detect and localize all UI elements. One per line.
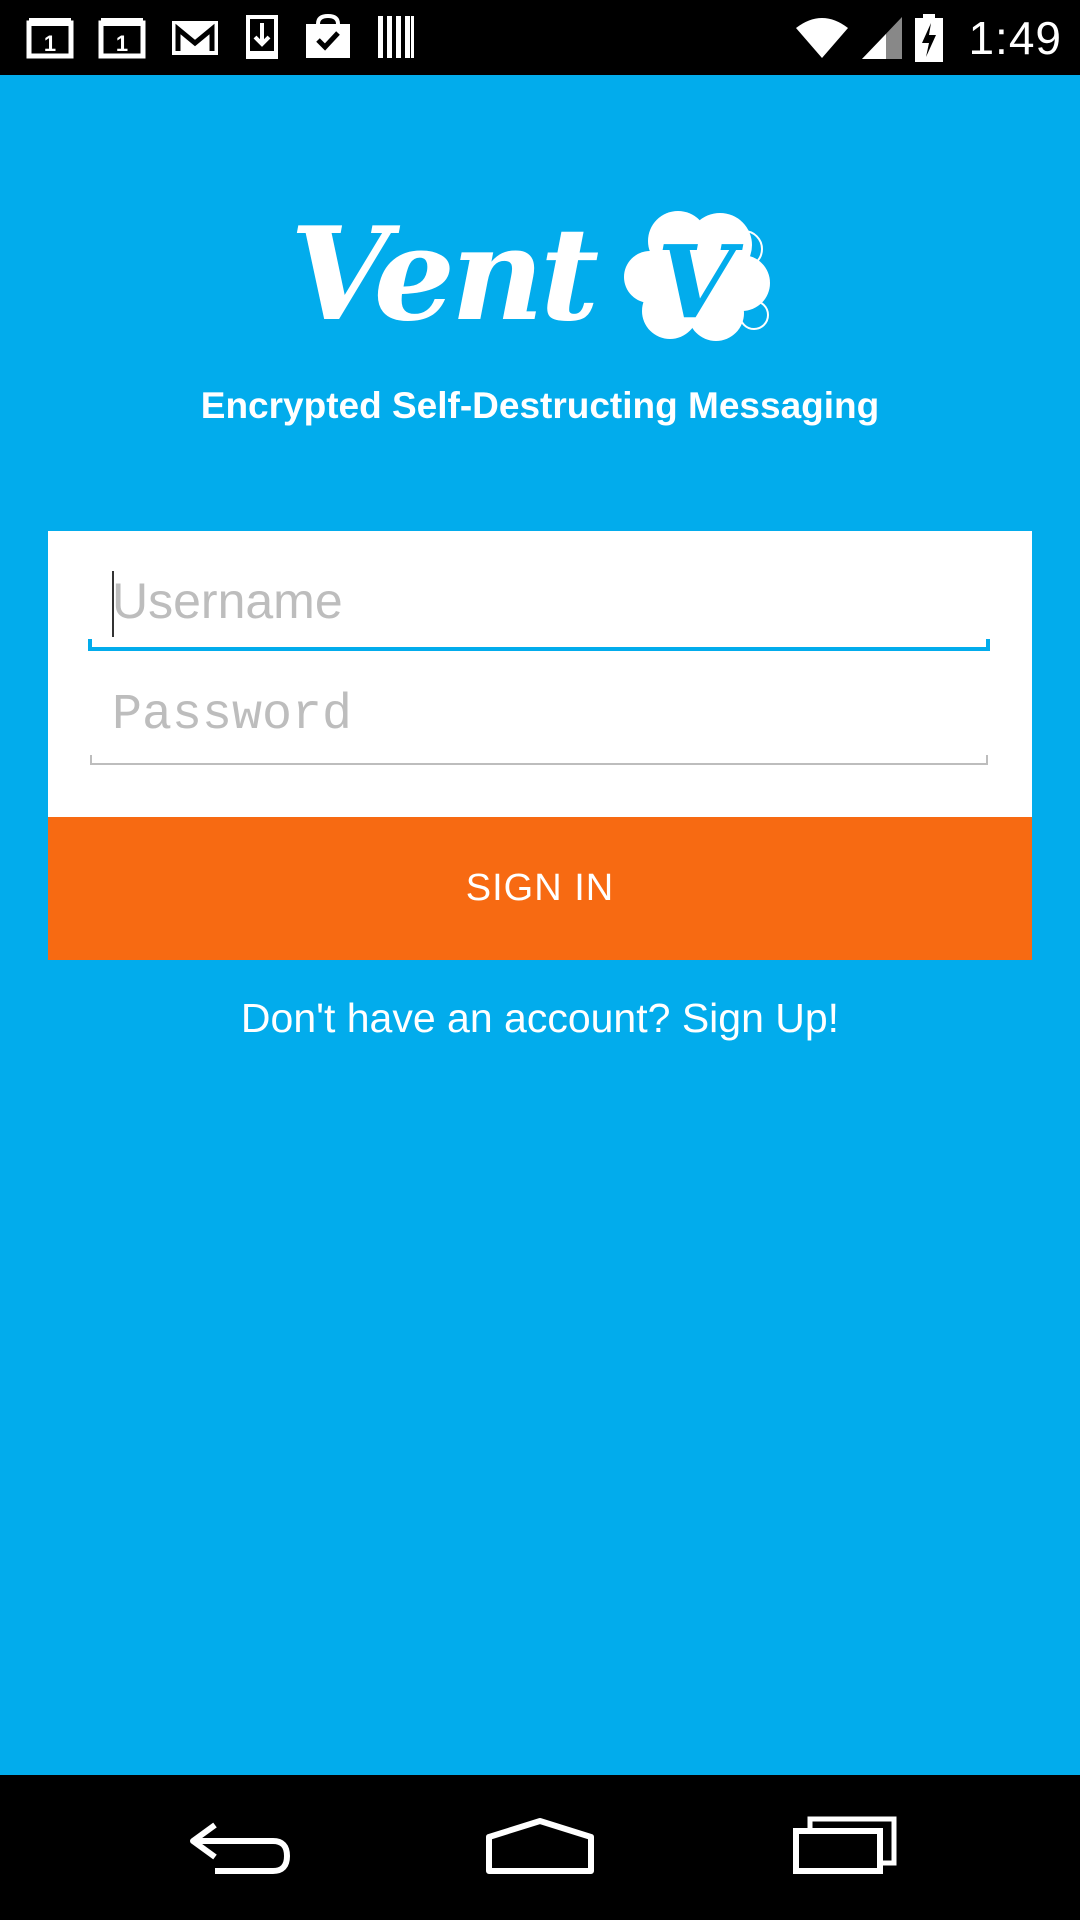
- app-logo: Vent V: [290, 205, 790, 345]
- battery-charging-icon: [915, 13, 944, 62]
- username-field-wrapper: [88, 561, 990, 651]
- home-icon: [486, 1818, 594, 1874]
- status-bar: 1 1 1:49: [0, 0, 1080, 75]
- password-underline-tick-right: [986, 755, 988, 765]
- svg-text:1: 1: [44, 31, 56, 56]
- logo-text: Vent: [290, 200, 599, 350]
- username-underline-tick-left: [88, 639, 92, 651]
- svg-text:1: 1: [116, 31, 128, 56]
- logo-cloud-icon: V: [624, 211, 770, 341]
- gmail-icon: [172, 21, 218, 55]
- text-cursor: [112, 571, 114, 637]
- login-screen: Vent V Encrypted Self-Destructing Messag…: [0, 75, 1080, 1775]
- clock: 1:49: [968, 11, 1062, 64]
- password-underline: [90, 763, 988, 765]
- calendar-icon: 1: [98, 18, 146, 59]
- download-icon: [246, 15, 278, 59]
- screen: 1 1 1:49 Vent V Encrypted Self-Destructi…: [0, 0, 1080, 1920]
- wifi-icon: [796, 17, 849, 58]
- logo-mark-letter: V: [657, 223, 744, 341]
- back-button[interactable]: [170, 1805, 310, 1885]
- navigation-bar: [0, 1775, 1080, 1920]
- password-input[interactable]: [88, 675, 988, 755]
- tagline: Encrypted Self-Destructing Messaging: [200, 385, 880, 426]
- recents-button[interactable]: [775, 1805, 915, 1885]
- sign-up-link[interactable]: Don't have an account? Sign Up!: [0, 995, 1080, 1042]
- login-card: [48, 531, 1032, 817]
- recents-icon: [793, 1816, 897, 1874]
- username-underline: [88, 647, 990, 651]
- home-button[interactable]: [470, 1805, 610, 1885]
- sign-in-button[interactable]: SIGN IN: [48, 817, 1032, 960]
- username-underline-tick-right: [986, 639, 990, 651]
- back-icon: [190, 1822, 291, 1874]
- notification-icons: 1 1: [26, 12, 416, 62]
- play-store-icon: [306, 14, 350, 58]
- username-input[interactable]: [88, 561, 988, 641]
- password-field-wrapper: [88, 675, 988, 765]
- calendar-icon: 1: [26, 18, 74, 59]
- system-icons: 1:49: [794, 10, 1062, 65]
- barcode-icon: [378, 16, 414, 58]
- password-underline-tick-left: [90, 755, 92, 765]
- cell-signal-icon: [862, 16, 903, 59]
